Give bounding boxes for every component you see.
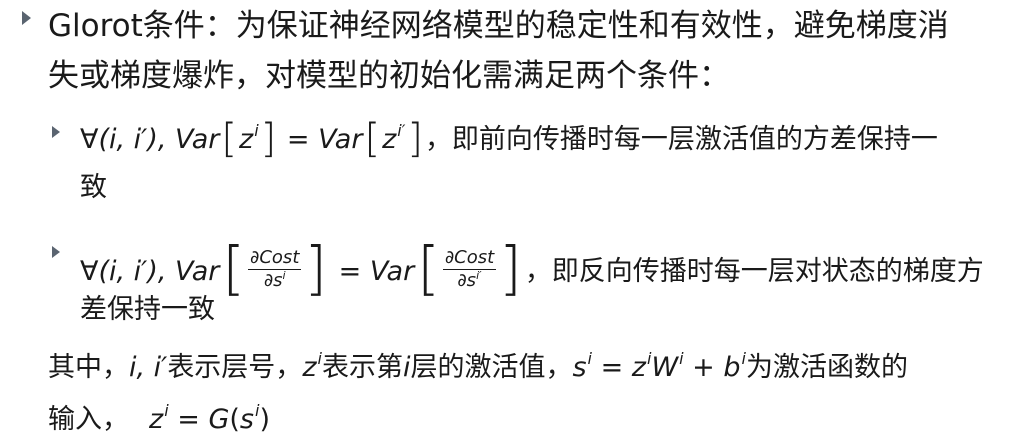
bracket-right: ]: [260, 116, 277, 162]
equals: =: [592, 352, 632, 383]
sub-1-text-cont: 致: [80, 172, 107, 203]
para-line-2: 输入， zi = G(si): [48, 397, 270, 436]
sup-i: i: [164, 401, 169, 420]
sup-i: i: [741, 349, 746, 368]
paren-right: ): [259, 404, 270, 435]
w-var: W: [651, 352, 679, 383]
sub-2-text: ，即反向传播时每一层对状态的梯度方: [524, 256, 984, 287]
z-var-2: z: [382, 124, 397, 155]
var-left: Var: [175, 124, 220, 155]
sup-i: i: [317, 349, 322, 368]
sup-i: i: [587, 349, 592, 368]
item-1-line-1: Glorot条件：为保证神经网络模型的稳定性和有效性，避免梯度消: [48, 0, 949, 45]
sub-item-2-line-2: 差保持一致: [80, 287, 215, 326]
para-text-4: 层的激活值，: [410, 352, 573, 383]
sub-1-text: ，即前向传播时每一层激活值的方差保持一: [424, 124, 938, 155]
big-bracket-left: [: [222, 234, 246, 302]
sup-i: i: [679, 349, 684, 368]
sup-i: i: [646, 349, 652, 368]
fraction-denominator: ∂si: [263, 269, 286, 293]
z-var: z: [631, 352, 646, 383]
sub-bullet-icon: [52, 246, 60, 258]
bracket-right-2: ]: [407, 116, 423, 162]
para-text-2: 表示层号，: [167, 352, 303, 383]
bullet-icon: [22, 11, 31, 25]
sub-item-1-line-1: ∀(i, i′), Var[zi] = Var[zi′]，即前向传播时每一层激活…: [80, 112, 938, 162]
forall-symbol: ∀: [80, 256, 99, 287]
fraction-numerator-2: ∂Cost: [442, 247, 497, 270]
z-var: z: [149, 404, 164, 435]
b-var: b: [723, 352, 741, 383]
var-left: Var: [175, 256, 220, 287]
z-var: z: [239, 124, 254, 155]
sub-2-text-cont: 差保持一致: [80, 294, 215, 325]
plus: +: [683, 352, 724, 383]
den-sup-i: i: [282, 269, 286, 282]
forall-symbol: ∀: [80, 124, 99, 155]
var-right: Var: [318, 124, 363, 155]
bracket-left: [: [221, 116, 238, 162]
item-1-text: Glorot条件：为保证神经网络模型的稳定性和有效性，避免梯度消: [48, 8, 949, 44]
sub-bullet-icon: [52, 126, 60, 138]
sup-i: i: [255, 401, 260, 420]
bracket-left-2: [: [364, 116, 381, 162]
sub-item-2-line-1: ∀(i, i′), Var[∂Cost ∂si] = Var[∂Cost ∂si′]…: [80, 226, 984, 302]
para-text-1: 其中，: [48, 352, 129, 383]
item-1-line-2: 失或梯度爆炸，对模型的初始化需满足两个条件：: [48, 50, 730, 95]
equals: =: [168, 404, 209, 435]
item-1-text-cont: 失或梯度爆炸，对模型的初始化需满足两个条件：: [48, 58, 730, 94]
para-line-1: 其中，i, i′表示层号，zi表示第i层的激活值，si = ziWi + bi为…: [48, 345, 908, 384]
gradient-fraction: ∂Cost ∂si: [248, 247, 302, 293]
sub-item-1-line-2: 致: [80, 165, 107, 204]
den-sup-i-prime: i′: [476, 269, 482, 282]
equals: =: [330, 256, 370, 287]
den-s: ∂s: [263, 270, 283, 291]
layer-indices: i, i′: [129, 352, 168, 383]
sup-i-prime: i′: [397, 121, 406, 140]
fraction-numerator: ∂Cost: [248, 247, 302, 270]
sup-i: i: [254, 121, 259, 140]
big-bracket-right: ]: [304, 234, 328, 302]
gradient-fraction-2: ∂Cost ∂si′: [442, 247, 497, 293]
z-var: z: [302, 352, 317, 383]
s-var: s: [572, 352, 587, 383]
layer-args: (i, i′),: [98, 124, 176, 155]
den-s-2: ∂s: [457, 270, 477, 291]
para-text-5: 为激活函数的: [745, 352, 908, 383]
paren-left: (: [229, 404, 240, 435]
var-right: Var: [369, 256, 415, 287]
para-text-6: 输入，: [48, 404, 129, 435]
equals: =: [278, 124, 319, 155]
s-var: s: [239, 404, 254, 435]
g-func: G: [208, 404, 230, 435]
big-bracket-right-2: ]: [499, 234, 522, 302]
big-bracket-left-2: [: [417, 234, 440, 302]
para-text-3: 表示第: [321, 352, 403, 383]
layer-args: (i, i′),: [98, 256, 176, 287]
fraction-denominator-2: ∂si′: [457, 269, 482, 293]
